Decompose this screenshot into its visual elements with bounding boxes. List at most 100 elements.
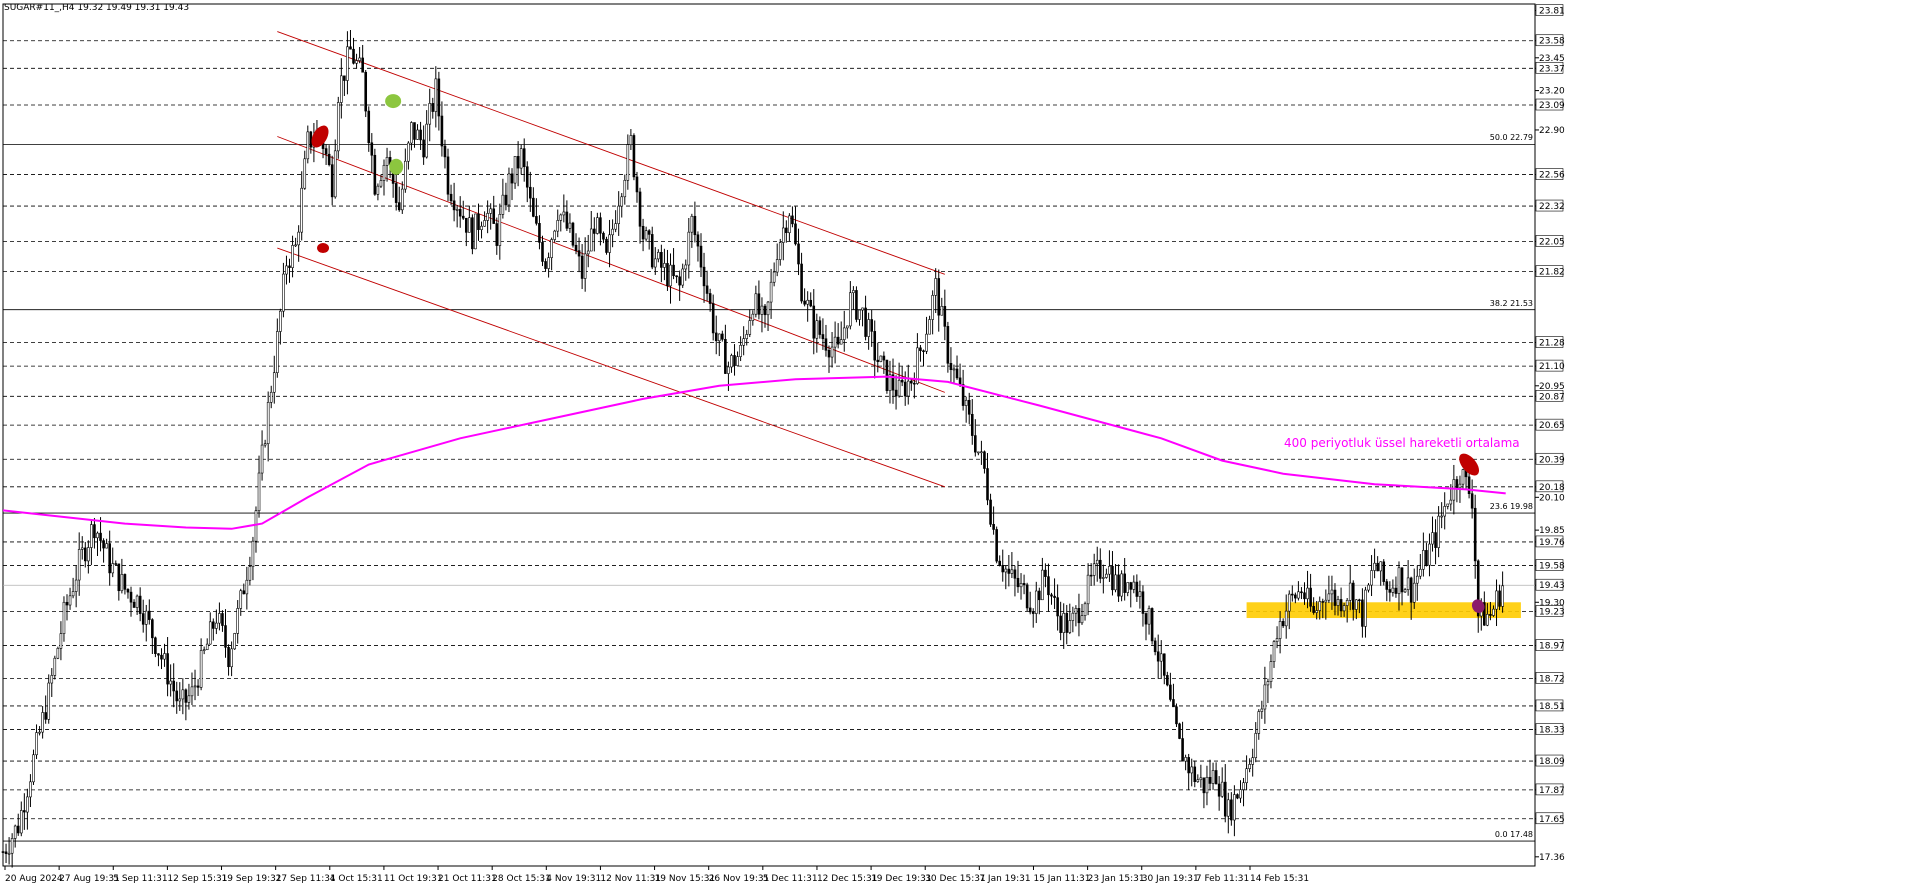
candle-body [1300,591,1303,594]
candle-body [105,543,108,549]
candle-body [836,336,840,345]
time-tick-label: 12 Sep 15:31 [167,874,227,884]
candle-body [111,563,115,574]
candle-body [1254,733,1258,759]
candle-body [443,145,447,158]
candle-body [845,325,849,329]
candle-body [681,268,685,286]
candle-body [227,647,230,668]
candle-body [355,60,358,64]
candle-body [1248,764,1251,770]
candle-body [653,258,657,268]
candle-body [1315,610,1318,613]
candle-body [1434,532,1437,548]
candle-body [1446,503,1450,507]
candle-body [242,590,246,595]
candle-body [958,377,962,385]
candle-body [620,196,624,207]
candle-body [1080,615,1084,624]
price-chart[interactable]: 23.8123.5823.4523.3723.2023.0922.9022.56… [0,0,1916,888]
candle-body [684,264,688,270]
candle-body [1403,589,1407,593]
candle-body [1034,590,1038,614]
candle-body [529,186,532,199]
candle-body [379,180,383,187]
candle-body [1251,757,1254,765]
candle-body [586,250,590,255]
time-tick-label: 4 Nov 19:31 [546,874,601,884]
candle-body [541,242,544,262]
candle-body [894,389,898,397]
candle-body [108,543,111,574]
candle-body [483,220,486,227]
candle-body [4,851,8,855]
candle-body [151,619,154,639]
candle-body [964,399,968,406]
candle-body [1135,581,1139,597]
candle-body [336,102,340,152]
candle-body [919,347,922,352]
candle-body [1321,601,1325,603]
candle-body [148,610,151,620]
candle-body [1373,562,1376,571]
candle-body [983,451,986,469]
horizontal-levels [2,3,1536,867]
candle-body [1050,594,1053,597]
candle-body [489,208,492,214]
candle-body [1425,550,1428,566]
candle-body [809,299,813,307]
candle-body [931,295,934,320]
price-tick-label: 22.56 [1539,171,1565,181]
candle-body [1324,599,1328,603]
candle-body [605,238,608,253]
candle-body [126,589,130,593]
candle-body [208,621,212,645]
candle-body [138,595,142,614]
candle-body [1409,577,1413,603]
candle-body [221,613,224,626]
candle-body [949,362,953,370]
fibonacci-levels [3,143,1535,842]
candle-body [129,591,133,603]
candle-body [641,225,645,240]
candle-body [358,57,361,61]
candle-body [882,355,886,361]
candle-body [974,435,977,453]
price-tick-label: 18.97 [1539,642,1565,652]
candle-body [202,649,206,651]
candle-body [678,276,681,286]
candle-body [193,685,197,688]
plot-frame [2,3,1536,867]
candle-body [1492,608,1495,616]
candle-body [675,275,678,278]
candle-body [93,524,96,539]
candle-body [632,135,636,178]
candle-body [1379,561,1382,572]
candle-body [1501,585,1504,607]
candle-body [1376,562,1379,572]
candle-body [614,223,617,230]
candle-body [1394,587,1398,594]
candle-body [748,320,752,335]
candle-body [367,110,371,144]
candle-body [593,228,596,234]
candle-body [431,103,435,112]
candle-body [724,338,727,374]
candle-body [1257,711,1261,734]
price-axis: 23.8123.5823.4523.3723.2023.0922.9022.56… [1535,4,1565,863]
candle-body [300,187,304,233]
candle-body [1208,776,1212,784]
candle-body [50,675,54,684]
candle-body [827,349,831,358]
candle-body [474,213,477,250]
candle-body [333,150,337,198]
candle-body [532,197,535,217]
candle-body [842,327,846,340]
candle-body [248,566,252,581]
candle-body [952,368,956,371]
candle-body [739,344,742,357]
candle-body [785,227,788,234]
candle-body [245,579,249,595]
candle-body [769,281,773,303]
candle-body [742,338,745,346]
